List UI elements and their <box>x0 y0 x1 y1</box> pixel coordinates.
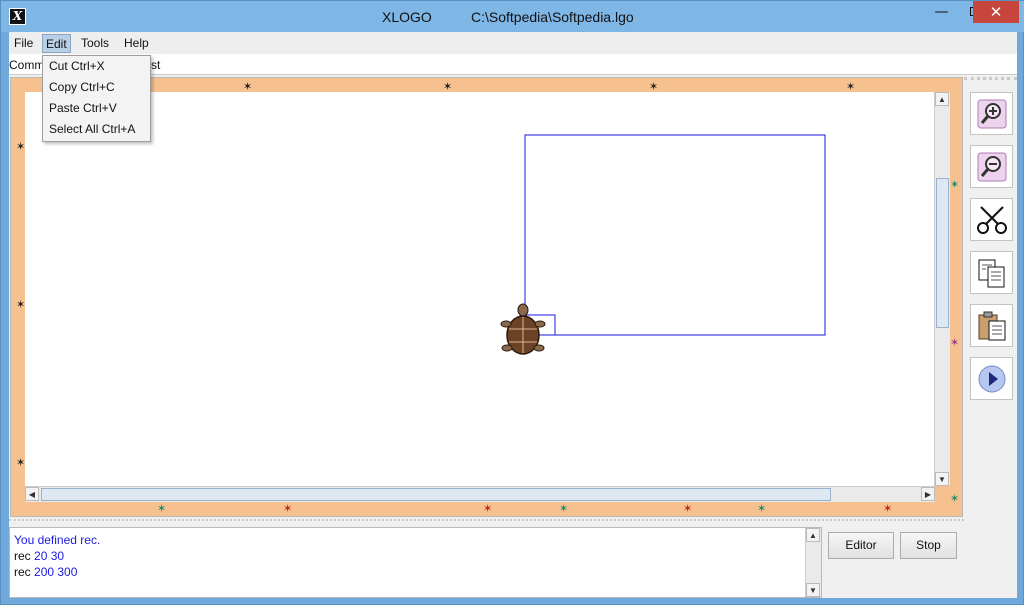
turtle-decoration-icon: ✶ <box>483 503 493 515</box>
command-line[interactable]: Comm st <box>9 54 1017 75</box>
history-args: 20 30 <box>34 549 65 563</box>
title-bar: X XLOGO C:\Softpedia\Softpedia.lgo — ✕ <box>1 1 1024 32</box>
history-command: rec <box>14 549 35 563</box>
turtle-decoration-icon: ✶ <box>16 299 26 311</box>
paste-icon <box>978 311 1005 340</box>
rectangle-large <box>524 134 826 336</box>
copy-button[interactable] <box>970 251 1013 294</box>
history-line: You defined rec. <box>14 533 101 547</box>
scroll-left-arrow[interactable]: ◀ <box>25 487 39 501</box>
minimize-button[interactable]: — <box>925 1 958 23</box>
turtle-decoration-icon: ✶ <box>157 503 167 515</box>
close-button[interactable]: ✕ <box>973 1 1019 23</box>
menu-item-paste[interactable]: Paste Ctrl+V <box>43 98 150 119</box>
paste-button[interactable] <box>970 304 1013 347</box>
menu-item-select-all[interactable]: Select All Ctrl+A <box>43 119 150 140</box>
history-line: rec 200 300 <box>14 565 77 579</box>
split-pane-divider[interactable] <box>9 519 964 525</box>
canvas-vertical-scrollbar[interactable]: ▲ ▼ <box>934 92 950 486</box>
turtle-decoration-icon: ✶ <box>559 503 569 515</box>
menu-bar: File Edit Tools Help <box>9 32 1017 54</box>
history-scrollbar[interactable]: ▲ ▼ <box>805 528 821 597</box>
menu-tools[interactable]: Tools <box>78 34 112 53</box>
turtle-decoration-icon: ✶ <box>683 503 693 515</box>
zoom-out-button[interactable] <box>970 145 1013 188</box>
vertical-scroll-thumb[interactable] <box>936 178 949 328</box>
scissors-icon <box>976 205 1007 234</box>
turtle-decoration-icon: ✶ <box>283 503 293 515</box>
menu-item-copy[interactable]: Copy Ctrl+C <box>43 77 150 98</box>
scroll-down-arrow[interactable]: ▼ <box>806 583 820 597</box>
menu-edit[interactable]: Edit <box>42 34 71 53</box>
zoom-in-icon <box>977 99 1006 128</box>
turtle-icon <box>500 303 546 355</box>
cut-button[interactable] <box>970 198 1013 241</box>
turtle-decoration-icon: ✶ <box>16 141 26 153</box>
scroll-down-arrow[interactable]: ▼ <box>935 472 949 486</box>
zoom-in-button[interactable] <box>970 92 1013 135</box>
copy-icon <box>978 259 1004 287</box>
menu-item-cut[interactable]: Cut Ctrl+X <box>43 56 150 77</box>
history-line: rec 20 30 <box>14 549 64 563</box>
client-area: File Edit Tools Help Comm st ✶ ✶ ✶ ✶ ✶ ✶… <box>9 32 1017 598</box>
xlogo-window: X XLOGO C:\Softpedia\Softpedia.lgo — ✕ F… <box>0 0 1024 605</box>
stop-button[interactable]: Stop <box>900 532 957 559</box>
menu-help[interactable]: Help <box>121 34 152 53</box>
xlogo-app-icon[interactable]: X <box>9 8 26 25</box>
command-label: Comm <box>9 58 45 72</box>
drawing-canvas[interactable] <box>25 92 935 486</box>
history-console: You defined rec. rec 20 30 rec 200 300 ▲… <box>9 527 822 598</box>
turtle-decoration-icon: ✶ <box>16 457 26 469</box>
horizontal-scroll-thumb[interactable] <box>41 488 831 501</box>
zoom-out-icon <box>977 152 1006 181</box>
scroll-up-arrow[interactable]: ▲ <box>935 92 949 106</box>
play-icon <box>978 365 1005 392</box>
command-label-tail: st <box>151 58 161 72</box>
window-title-app: XLOGO <box>382 9 432 25</box>
history-command: rec <box>14 565 35 579</box>
turtle-decoration-icon: ✶ <box>883 503 893 515</box>
canvas-horizontal-scrollbar[interactable]: ◀ ▶ <box>25 486 935 502</box>
scroll-up-arrow[interactable]: ▲ <box>806 528 820 542</box>
drawing-canvas-graphics <box>500 134 826 355</box>
window-title-file: C:\Softpedia\Softpedia.lgo <box>471 9 634 25</box>
turtle-decoration-icon: ✶ <box>950 179 960 191</box>
editor-button[interactable]: Editor <box>828 532 894 559</box>
run-button[interactable] <box>970 357 1013 400</box>
turtle-decoration-icon: ✶ <box>757 503 767 515</box>
scroll-right-arrow[interactable]: ▶ <box>921 487 935 501</box>
edit-menu-dropdown: Cut Ctrl+X Copy Ctrl+C Paste Ctrl+V Sele… <box>42 55 151 142</box>
history-args: 200 300 <box>34 565 78 579</box>
turtle-decoration-icon: ✶ <box>950 493 960 505</box>
drawing-area-frame: ✶ ✶ ✶ ✶ ✶ ✶ ✶ ✶ ✶ ✶ ✶ ✶ ✶ ✶ ✶ ✶ ✶ ▲ ▼ ◀ … <box>10 77 963 517</box>
turtle-decoration-icon: ✶ <box>950 337 960 349</box>
menu-file[interactable]: File <box>11 34 36 53</box>
tool-sidebar <box>964 77 1017 517</box>
